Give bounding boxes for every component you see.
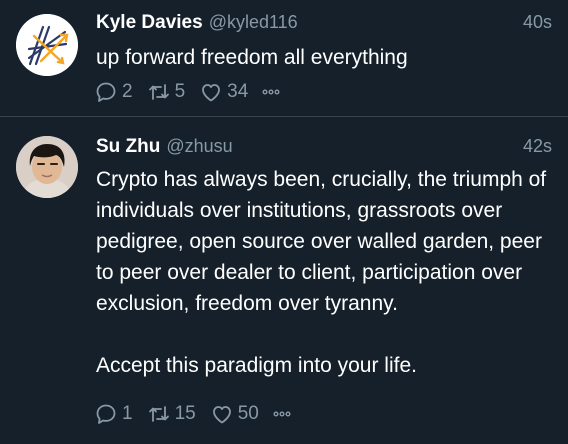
like-button[interactable]: 50 <box>210 402 259 426</box>
retweet-count: 5 <box>174 81 186 102</box>
reply-icon <box>96 404 116 424</box>
tweet-actions: 1 15 50 <box>94 401 305 427</box>
retweet-button[interactable]: 15 <box>147 402 196 426</box>
retweet-count: 15 <box>174 403 196 424</box>
tweet-actions: 2 5 34 <box>94 79 294 105</box>
tweet-text: Crypto has always been, crucially, the t… <box>96 168 547 377</box>
avatar[interactable] <box>16 136 78 198</box>
retweet-icon <box>148 84 169 100</box>
like-icon <box>212 406 231 424</box>
display-name[interactable]: Su Zhu <box>96 136 160 157</box>
retweet-icon <box>148 406 169 422</box>
tweet-header: Su Zhu @zhusu 42s <box>96 136 552 164</box>
avatar[interactable] <box>16 14 78 76</box>
reply-count: 2 <box>122 81 133 102</box>
reply-button[interactable]: 2 <box>94 80 133 104</box>
display-name[interactable]: Kyle Davies <box>96 12 203 33</box>
like-icon <box>202 84 221 102</box>
tweet[interactable]: Kyle Davies @kyled116 40s up forward free… <box>0 0 568 116</box>
tweet-text: up forward freedom all everything <box>96 46 408 69</box>
timestamp[interactable]: 42s <box>523 136 552 157</box>
reply-button[interactable]: 1 <box>94 402 133 426</box>
user-handle[interactable]: @zhusu <box>166 136 232 156</box>
timestamp[interactable]: 40s <box>523 12 552 33</box>
like-button[interactable]: 34 <box>199 80 248 104</box>
reply-icon <box>96 82 116 102</box>
profile-photo-icon <box>16 136 78 198</box>
retweet-button[interactable]: 5 <box>147 80 186 104</box>
kyle-logo-icon <box>16 14 78 76</box>
more-button[interactable] <box>262 83 280 101</box>
tweet[interactable]: Su Zhu @zhusu 42s Crypto has always been,… <box>0 117 568 444</box>
user-handle[interactable]: @kyled116 <box>209 12 298 32</box>
more-button[interactable] <box>273 405 291 423</box>
tweet-header: Kyle Davies @kyled116 40s <box>96 12 552 40</box>
like-count: 34 <box>227 81 249 102</box>
like-count: 50 <box>237 403 259 424</box>
more-icon <box>273 411 291 417</box>
reply-count: 1 <box>122 403 133 424</box>
more-icon <box>262 89 280 95</box>
